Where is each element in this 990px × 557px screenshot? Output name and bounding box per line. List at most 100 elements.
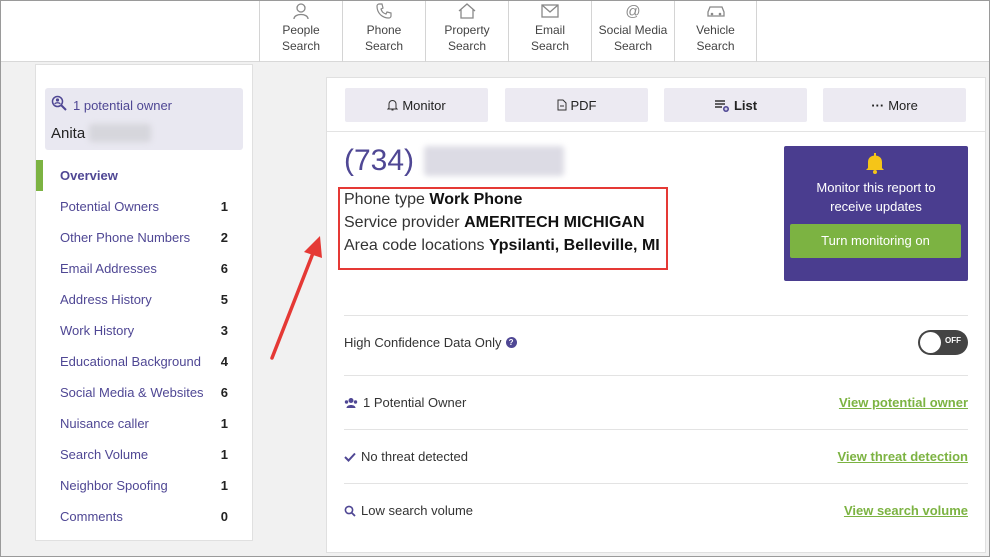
- sidebar-item-label: Search Volume: [60, 447, 149, 462]
- threat-row-label-wrap: No threat detected: [344, 449, 837, 464]
- sidebar-item-label: Educational Background: [60, 354, 201, 369]
- sidebar-item-other-phone-numbers[interactable]: Other Phone Numbers 2: [36, 222, 254, 253]
- sidebar-item-count: 3: [220, 323, 228, 338]
- volume-row-label: Low search volume: [361, 503, 473, 518]
- phone-type-label: Phone type: [344, 191, 425, 208]
- sidebar-item-potential-owners[interactable]: Potential Owners 1: [36, 191, 254, 222]
- top-navigation: People Search Phone Search Property Sear…: [0, 0, 990, 62]
- check-icon: [344, 452, 356, 462]
- sidebar-item-count: 6: [220, 261, 228, 276]
- envelope-icon: [540, 3, 560, 19]
- tab-people-search[interactable]: People Search: [259, 0, 342, 62]
- owner-count-row: 1 potential owner: [51, 95, 172, 116]
- users-icon: [344, 397, 358, 409]
- report-sidebar: 1 potential owner Anita Overview Potenti…: [35, 64, 253, 541]
- area-label: Area code locations: [344, 237, 485, 254]
- report-toolbar: Monitor PDF List ··· More: [327, 78, 985, 132]
- redacted-surname: [89, 124, 152, 142]
- sidebar-item-count: 1: [220, 199, 228, 214]
- area-code-line: Area code locations Ypsilanti, Bellevill…: [344, 237, 660, 255]
- tab-label: Social Media Search: [598, 23, 668, 53]
- bell-outline-icon: [387, 99, 399, 111]
- volume-row-label-wrap: Low search volume: [344, 503, 844, 518]
- sidebar-item-label: Potential Owners: [60, 199, 159, 214]
- tab-email-search[interactable]: Email Search: [508, 0, 591, 62]
- phone-number: (734): [344, 144, 565, 178]
- tab-social-media-search[interactable]: @ Social Media Search: [591, 0, 674, 62]
- phone-type-value: Work Phone: [429, 191, 523, 208]
- threat-row-label: No threat detected: [361, 449, 468, 464]
- tab-vehicle-search[interactable]: Vehicle Search: [674, 0, 757, 62]
- owner-row-label-wrap: 1 Potential Owner: [344, 395, 839, 410]
- high-confidence-toggle[interactable]: OFF: [918, 330, 968, 355]
- sidebar-item-search-volume[interactable]: Search Volume 1: [36, 439, 254, 470]
- help-icon[interactable]: ?: [505, 337, 517, 348]
- sidebar-item-label: Email Addresses: [60, 261, 157, 276]
- sidebar-item-count: 1: [220, 478, 228, 493]
- pdf-label: PDF: [570, 97, 597, 113]
- sidebar-item-work-history[interactable]: Work History 3: [36, 315, 254, 346]
- sidebar-item-social-media[interactable]: Social Media & Websites 6: [36, 377, 254, 408]
- confidence-label-wrap: High Confidence Data Only ?: [344, 335, 918, 350]
- sidebar-item-label: Overview: [60, 168, 118, 183]
- sidebar-item-count: 0: [220, 509, 228, 524]
- view-threat-detection-link[interactable]: View threat detection: [837, 449, 968, 464]
- view-potential-owner-link[interactable]: View potential owner: [839, 395, 968, 410]
- monitor-label: Monitor: [402, 97, 446, 113]
- sidebar-item-email-addresses[interactable]: Email Addresses 6: [36, 253, 254, 284]
- monitor-promo-text: Monitor this report to receive updates: [816, 180, 936, 214]
- redacted-phone-digits: [424, 146, 565, 176]
- service-provider-line: Service provider AMERITECH MICHIGAN: [344, 214, 645, 232]
- car-icon: [706, 3, 726, 19]
- sidebar-item-label: Social Media & Websites: [60, 385, 204, 400]
- sidebar-item-educational-background[interactable]: Educational Background 4: [36, 346, 254, 377]
- confidence-label: High Confidence Data Only: [344, 335, 502, 350]
- tab-phone-search[interactable]: Phone Search: [342, 0, 425, 62]
- more-button[interactable]: ··· More: [823, 88, 966, 122]
- sidebar-item-neighbor-spoofing[interactable]: Neighbor Spoofing 1: [36, 470, 254, 501]
- sidebar-item-label: Nuisance caller: [60, 416, 149, 431]
- monitor-promo: Monitor this report to receive updates T…: [784, 146, 968, 281]
- confidence-row: High Confidence Data Only ? OFF: [344, 315, 968, 369]
- list-add-icon: [714, 99, 730, 112]
- owner-name: Anita: [51, 124, 86, 142]
- pdf-button[interactable]: PDF: [505, 88, 648, 122]
- tab-label: Property Search: [444, 23, 490, 53]
- tab-label: Email Search: [530, 23, 570, 53]
- tab-property-search[interactable]: Property Search: [425, 0, 508, 62]
- bell-icon: [864, 152, 886, 179]
- sidebar-item-count: 4: [220, 354, 228, 369]
- search-icon: [344, 505, 356, 517]
- provider-label: Service provider: [344, 214, 460, 231]
- ellipsis-icon: ···: [871, 97, 885, 113]
- pdf-file-icon: [557, 99, 567, 111]
- monitor-button[interactable]: Monitor: [345, 88, 488, 122]
- turn-monitoring-on-button[interactable]: Turn monitoring on: [790, 224, 961, 258]
- owner-name-row: Anita: [51, 124, 152, 142]
- potential-owner-row: 1 Potential Owner View potential owner: [344, 375, 968, 429]
- home-icon: [457, 3, 477, 19]
- sidebar-item-label: Comments: [60, 509, 123, 524]
- sidebar-item-count: 1: [220, 447, 228, 462]
- list-label: List: [733, 97, 758, 113]
- view-search-volume-link[interactable]: View search volume: [844, 503, 968, 518]
- phone-area-code: (734): [344, 144, 415, 177]
- sidebar-item-comments[interactable]: Comments 0: [36, 501, 254, 532]
- sidebar-item-count: 5: [220, 292, 228, 307]
- sidebar-item-overview[interactable]: Overview: [36, 160, 254, 191]
- sidebar-item-count: 1: [220, 416, 228, 431]
- threat-row: No threat detected View threat detection: [344, 429, 968, 483]
- list-button[interactable]: List: [664, 88, 807, 122]
- report-main: Monitor PDF List ··· More (734) Phone ty…: [326, 77, 986, 553]
- person-icon: [291, 3, 311, 19]
- search-volume-row: Low search volume View search volume: [344, 483, 968, 537]
- sidebar-item-count: 6: [220, 385, 228, 400]
- owner-card[interactable]: 1 potential owner Anita: [45, 88, 243, 150]
- sidebar-item-label: Address History: [60, 292, 152, 307]
- owner-count-text: 1 potential owner: [73, 98, 173, 113]
- sidebar-item-address-history[interactable]: Address History 5: [36, 284, 254, 315]
- sidebar-item-count: 2: [220, 230, 228, 245]
- sidebar-item-label: Other Phone Numbers: [60, 230, 191, 245]
- owner-row-label: 1 Potential Owner: [363, 395, 467, 410]
- sidebar-item-nuisance-caller[interactable]: Nuisance caller 1: [36, 408, 254, 439]
